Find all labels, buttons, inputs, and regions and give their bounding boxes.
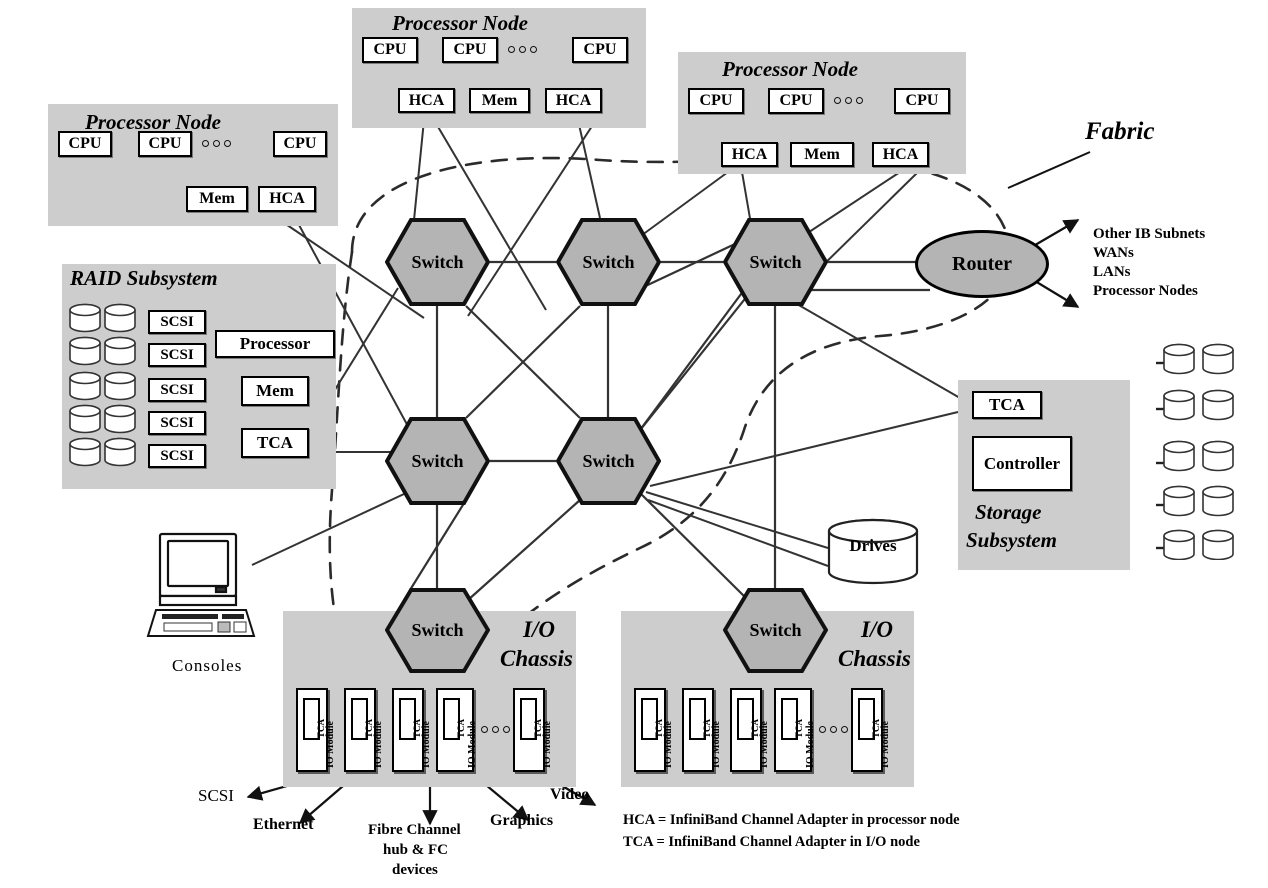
raid-subsystem-title: RAID Subsystem — [70, 266, 218, 290]
io-chassis-right-title-line1: I/O — [861, 617, 893, 642]
io-module: TCA IO Module — [774, 688, 816, 772]
io-module-label: IO Module — [421, 721, 432, 768]
io-chassis-left-title-line2: Chassis — [500, 646, 573, 671]
hca-box: HCA — [258, 186, 316, 212]
io-module: TCA IO Module — [296, 688, 336, 772]
storage-subsystem-title-line1: Storage — [975, 500, 1042, 524]
mem-box: Mem — [469, 88, 530, 113]
io-device-label-fibre-line2: hub & FC — [383, 842, 449, 858]
cpu-box: CPU — [688, 88, 744, 114]
io-module-ellipsis-dots — [481, 726, 510, 733]
io-device-label-graphics: Graphics — [490, 812, 554, 829]
switch-node[interactable]: Switch — [555, 417, 662, 505]
switch-node[interactable]: Switch — [384, 588, 491, 673]
console-links — [251, 493, 405, 566]
cpu-box: CPU — [138, 131, 192, 157]
router-target-processor-nodes: Processor Nodes — [1093, 283, 1198, 299]
router-target-other-ib-subnets: Other IB Subnets — [1093, 226, 1206, 242]
io-module-label: IO Module — [663, 721, 674, 768]
io-device-label-video: Video — [550, 786, 590, 803]
io-module: TCA IO Module — [436, 688, 478, 772]
io-device-label-ethernet: Ethernet — [253, 816, 314, 833]
consoles-label: Consoles — [172, 656, 243, 675]
cpu-ellipsis-dots — [508, 46, 537, 53]
legend-tca: TCA = InfiniBand Channel Adapter in I/O … — [623, 834, 920, 850]
scsi-box: SCSI — [148, 378, 206, 402]
switch-node[interactable]: Switch — [555, 218, 662, 306]
fabric-leader-line — [1007, 151, 1091, 189]
io-device-label-fibre-line1: Fibre Channel — [368, 822, 461, 838]
io-module: TCA IO Module — [513, 688, 553, 772]
switch-node[interactable]: Switch — [384, 417, 491, 505]
cpu-box: CPU — [362, 37, 418, 63]
io-chassis-right-title-line2: Chassis — [838, 646, 911, 671]
io-module: TCA IO Module — [634, 688, 674, 772]
hca-box: HCA — [545, 88, 602, 113]
cpu-ellipsis-dots — [202, 140, 231, 147]
router-node[interactable]: Router — [915, 230, 1049, 298]
io-device-label-scsi: SCSI — [198, 786, 234, 805]
console-workstation — [146, 528, 266, 648]
raid-mem-box: Mem — [241, 376, 309, 406]
storage-tca-box: TCA — [972, 391, 1042, 419]
scsi-box: SCSI — [148, 444, 206, 468]
io-module-label: IO Module — [805, 721, 816, 768]
legend-hca: HCA = InfiniBand Channel Adapter in proc… — [623, 812, 960, 828]
tca-label: TCA — [456, 718, 466, 738]
storage-controller-box: Controller — [972, 436, 1072, 491]
router-label: Router — [952, 252, 1012, 275]
cpu-box: CPU — [273, 131, 327, 157]
scsi-box: SCSI — [148, 411, 206, 435]
cpu-box: CPU — [894, 88, 950, 114]
fabric-label: Fabric — [1085, 118, 1155, 145]
io-module: TCA IO Module — [730, 688, 770, 772]
router-target-lans: LANs — [1093, 264, 1131, 280]
router-target-wans: WANs — [1093, 245, 1134, 261]
scsi-box: SCSI — [148, 343, 206, 367]
mem-box: Mem — [186, 186, 248, 212]
io-module-label: IO Module — [373, 721, 384, 768]
raid-tca-box: TCA — [241, 428, 309, 458]
io-module: TCA IO Module — [344, 688, 384, 772]
io-module-label: IO Module — [467, 721, 478, 768]
hca-box: HCA — [398, 88, 455, 113]
io-module-label: IO Module — [542, 721, 553, 768]
hca-box: HCA — [872, 142, 929, 167]
storage-links — [649, 299, 961, 487]
raid-processor-box: Processor — [215, 330, 335, 358]
io-module: TCA IO Module — [682, 688, 722, 772]
io-module-label: IO Module — [325, 721, 336, 768]
switch-node[interactable]: Switch — [722, 588, 829, 673]
switch-node[interactable]: Switch — [384, 218, 491, 306]
switch-node[interactable]: Switch — [722, 218, 829, 306]
tca-label: TCA — [794, 718, 804, 738]
mem-box: Mem — [790, 142, 854, 167]
drives-label: Drives — [849, 536, 897, 555]
cpu-box: CPU — [572, 37, 628, 63]
infiniband-architecture-diagram: Processor Node CPU CPU CPU Mem HCA Proce… — [0, 0, 1268, 888]
io-module: TCA IO Module — [851, 688, 891, 772]
io-module-label: IO Module — [759, 721, 770, 768]
io-device-label-fibre-line3: devices — [392, 862, 438, 878]
hca-box: HCA — [721, 142, 778, 167]
processor-node-top-title: Processor Node — [392, 11, 528, 35]
cpu-box: CPU — [768, 88, 824, 114]
io-module-ellipsis-dots — [819, 726, 848, 733]
io-module: TCA IO Module — [392, 688, 432, 772]
cpu-ellipsis-dots — [834, 97, 863, 104]
io-module-label: IO Module — [711, 721, 722, 768]
scsi-box: SCSI — [148, 310, 206, 334]
cpu-box: CPU — [58, 131, 112, 157]
io-module-label: IO Module — [880, 721, 891, 768]
io-chassis-left-title-line1: I/O — [523, 617, 555, 642]
drives-standalone: Drives — [826, 518, 920, 588]
processor-node-right-title: Processor Node — [722, 57, 858, 81]
storage-subsystem-title-line2: Subsystem — [966, 528, 1058, 552]
cpu-box: CPU — [442, 37, 498, 63]
